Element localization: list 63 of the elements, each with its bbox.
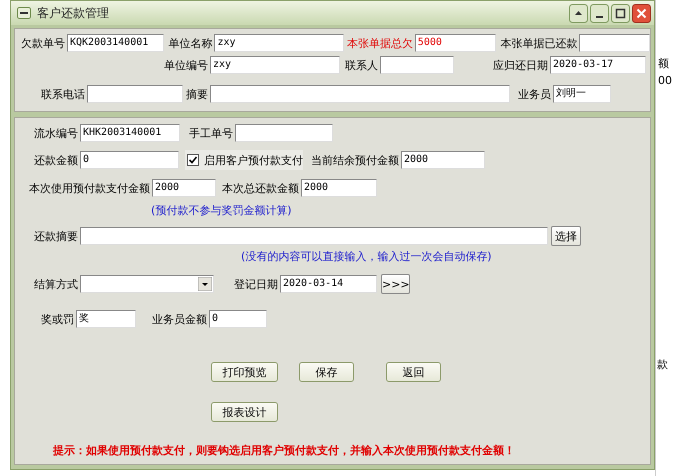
window-menu-icon[interactable] bbox=[17, 7, 31, 19]
field-label: 本次总还款金额 bbox=[222, 180, 299, 196]
dropdown-arrow-icon bbox=[198, 277, 212, 291]
field-label: 本次使用预付款支付金额 bbox=[29, 180, 150, 196]
input-field[interactable]: 2000 bbox=[401, 151, 485, 169]
roll-up-icon[interactable] bbox=[569, 4, 588, 22]
field-label: 应归还日期 bbox=[493, 58, 548, 72]
input-field[interactable]: 0 bbox=[209, 310, 267, 328]
field-label: 单位名称 bbox=[168, 36, 212, 50]
field-label: 本张单据总欠 bbox=[346, 36, 413, 50]
input-field[interactable]: 2000 bbox=[301, 179, 377, 197]
input-field[interactable]: 刘明一 bbox=[553, 85, 611, 103]
column-header: 额 bbox=[658, 56, 669, 71]
field-label: 业务员 bbox=[518, 86, 551, 102]
input-field[interactable]: 5000 bbox=[414, 34, 496, 52]
checkbox[interactable] bbox=[187, 154, 199, 166]
action-button[interactable]: 打印预览 bbox=[211, 362, 278, 382]
action-button[interactable]: 报表设计 bbox=[211, 402, 278, 422]
field-label: 本张单据已还款 bbox=[500, 36, 578, 50]
field-label: 还款金额 bbox=[34, 152, 78, 168]
input-field[interactable]: 2000 bbox=[152, 179, 216, 197]
field-label: 欠款单号 bbox=[21, 36, 65, 50]
hint-text: (预付款不参与奖罚金额计算) bbox=[151, 202, 292, 218]
input-field[interactable]: 奖 bbox=[76, 310, 136, 328]
input-field[interactable] bbox=[87, 85, 183, 103]
minimize-icon[interactable] bbox=[590, 4, 609, 22]
close-icon[interactable] bbox=[632, 4, 651, 22]
field-label: 业务员金额 bbox=[152, 312, 207, 326]
field-label: 摘要 bbox=[186, 86, 208, 102]
field-label: 联系电话 bbox=[41, 86, 85, 102]
input-field[interactable]: 2020-03-17 bbox=[550, 56, 646, 74]
input-field[interactable] bbox=[80, 227, 548, 245]
input-field[interactable] bbox=[579, 34, 650, 52]
input-field[interactable] bbox=[210, 85, 510, 103]
action-button[interactable]: 选择 bbox=[551, 226, 581, 246]
input-field[interactable]: zxy bbox=[214, 34, 344, 52]
hint-text: (没有的内容可以直接输入，输入过一次会自动保存) bbox=[241, 248, 492, 264]
input-field[interactable]: KHK2003140001 bbox=[80, 124, 180, 142]
input-field[interactable] bbox=[235, 124, 333, 142]
field-label: 流水编号 bbox=[34, 126, 78, 140]
window-title: 客户还款管理 bbox=[37, 4, 109, 22]
action-button[interactable]: 保存 bbox=[299, 362, 354, 382]
dropdown[interactable] bbox=[80, 275, 214, 293]
field-label: 手工单号 bbox=[189, 126, 233, 140]
field-label: 当前结余预付金额 bbox=[311, 152, 399, 168]
table-cell: 00 bbox=[658, 74, 672, 87]
checkbox-label: 启用客户预付款支付 bbox=[204, 152, 303, 168]
tip-text: 提示：如果使用预付款支付，则要钩选启用客户预付款支付，并输入本次使用预付款支付金额！ bbox=[53, 442, 515, 458]
action-button[interactable]: 返回 bbox=[386, 362, 441, 382]
column-header: 款 bbox=[657, 357, 668, 372]
field-label: 单位编号 bbox=[164, 58, 208, 72]
maximize-icon[interactable] bbox=[611, 4, 630, 22]
input-field[interactable]: zxy bbox=[210, 56, 340, 74]
input-field[interactable]: 2020-03-14 bbox=[280, 275, 377, 293]
field-label: 还款摘要 bbox=[34, 228, 78, 244]
field-label: 奖或罚 bbox=[41, 312, 74, 326]
input-field[interactable] bbox=[380, 56, 454, 74]
field-label: 登记日期 bbox=[234, 276, 278, 292]
input-field[interactable]: 0 bbox=[80, 151, 179, 169]
input-field[interactable]: KQK2003140001 bbox=[67, 34, 164, 52]
field-label: 联系人 bbox=[345, 58, 378, 72]
action-button[interactable]: >>> bbox=[381, 274, 410, 294]
field-label: 结算方式 bbox=[34, 276, 78, 292]
